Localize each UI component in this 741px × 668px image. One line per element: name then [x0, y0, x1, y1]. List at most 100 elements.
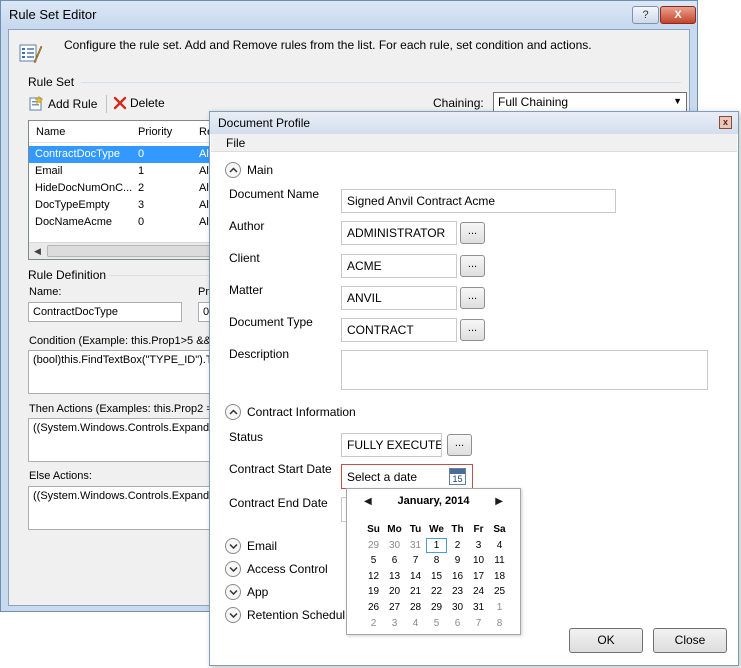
weekday-header: Fr	[473, 524, 484, 535]
client-input[interactable]: ACME	[341, 254, 457, 278]
next-month-icon[interactable]: ▶	[495, 496, 503, 507]
email-section-toggle[interactable]: Email	[225, 538, 277, 554]
menu-bar: File	[211, 134, 737, 152]
calendar-day[interactable]: 2	[447, 538, 468, 554]
chaining-select[interactable]: Full Chaining ▼	[493, 92, 687, 112]
calendar-day[interactable]: 19	[363, 584, 384, 600]
rule-set-icon	[19, 44, 43, 64]
status-input[interactable]: FULLY EXECUTED	[341, 433, 442, 457]
calendar-day[interactable]: 30	[447, 600, 468, 616]
help-button[interactable]: ?	[632, 6, 659, 24]
rule-set-editor-titlebar[interactable]: Rule Set Editor ? X	[1, 1, 697, 29]
calendar-day[interactable]: 30	[384, 538, 405, 554]
calendar-day[interactable]: 11	[489, 553, 510, 569]
menu-file[interactable]: File	[226, 136, 245, 150]
condition-label: Condition (Example: this.Prop1>5 &&	[29, 335, 211, 347]
calendar-day[interactable]: 5	[426, 616, 447, 632]
access-control-section-toggle[interactable]: Access Control	[225, 561, 328, 577]
description-label: Description	[229, 347, 290, 361]
matter-label: Matter	[229, 283, 264, 297]
name-label: Name:	[29, 286, 62, 298]
calendar-day[interactable]: 24	[468, 584, 489, 600]
document-type-input[interactable]: CONTRACT	[341, 318, 457, 342]
close-button[interactable]: X	[660, 6, 696, 24]
scroll-left-icon[interactable]: ◀	[34, 246, 41, 257]
calendar-month-title[interactable]: January, 2014	[347, 495, 520, 507]
calendar-day[interactable]: 7	[405, 553, 426, 569]
author-browse-button[interactable]: ...	[460, 222, 485, 244]
client-browse-button[interactable]: ...	[460, 255, 485, 277]
matter-browse-button[interactable]: ...	[460, 287, 485, 309]
calendar-day[interactable]: 28	[405, 600, 426, 616]
matter-input[interactable]: ANVIL	[341, 286, 457, 310]
chevron-down-icon	[225, 538, 241, 554]
retention-schedule-section-toggle[interactable]: Retention Schedul	[225, 607, 345, 623]
main-section-toggle[interactable]: Main	[225, 162, 273, 178]
calendar-icon[interactable]: 15	[449, 468, 466, 485]
close-button[interactable]: Close	[653, 628, 727, 653]
calendar-day[interactable]: 1	[489, 600, 510, 616]
document-profile-titlebar[interactable]: Document Profile x	[210, 112, 738, 134]
calendar-day[interactable]: 12	[363, 569, 384, 585]
column-header-name[interactable]: Name	[36, 126, 65, 138]
calendar-day[interactable]: 7	[468, 616, 489, 632]
calendar-day[interactable]: 18	[489, 569, 510, 585]
calendar-day[interactable]: 31	[468, 600, 489, 616]
calendar-day[interactable]: 23	[447, 584, 468, 600]
calendar-day[interactable]: 5	[363, 553, 384, 569]
document-name-label: Document Name	[229, 187, 320, 201]
calendar-day[interactable]: 3	[384, 616, 405, 632]
document-type-browse-button[interactable]: ...	[460, 319, 485, 341]
status-browse-button[interactable]: ...	[447, 434, 472, 456]
delete-rule-button[interactable]: Delete	[113, 96, 165, 110]
app-section-toggle[interactable]: App	[225, 584, 268, 600]
calendar-day[interactable]: 9	[447, 553, 468, 569]
calendar-day[interactable]: 8	[426, 553, 447, 569]
description-input[interactable]	[341, 350, 708, 390]
calendar-day[interactable]: 3	[468, 538, 489, 554]
calendar-day[interactable]: 8	[489, 616, 510, 632]
calendar-day[interactable]: 14	[405, 569, 426, 585]
calendar-day[interactable]: 29	[363, 538, 384, 554]
weekday-header: Mo	[387, 524, 402, 535]
calendar-day[interactable]: 21	[405, 584, 426, 600]
contract-section-toggle[interactable]: Contract Information	[225, 404, 356, 420]
else-actions-input[interactable]: ((System.Windows.Controls.Expander)t	[28, 486, 218, 530]
calendar-day[interactable]: 2	[363, 616, 384, 632]
calendar-day[interactable]: 4	[405, 616, 426, 632]
calendar-day[interactable]: 27	[384, 600, 405, 616]
calendar-day[interactable]: 22	[426, 584, 447, 600]
author-input[interactable]: ADMINISTRATOR	[341, 221, 457, 245]
weekday-header: Su	[367, 524, 380, 535]
calendar-day[interactable]: 17	[468, 569, 489, 585]
contract-end-date-label: Contract End Date	[229, 496, 328, 510]
calendar-day[interactable]: 20	[384, 584, 405, 600]
then-actions-input[interactable]: ((System.Windows.Controls.Expander)t	[28, 418, 218, 462]
weekday-header: We	[429, 524, 444, 535]
chevron-up-icon	[225, 162, 241, 178]
calendar-day[interactable]: 10	[468, 553, 489, 569]
calendar-day-grid: Su Mo Tu We Th Fr Sa 29 30 31 1 2 3 4 5 6 7 8 9 10 11 12 13 14 1…	[363, 522, 510, 631]
calendar-day[interactable]: 13	[384, 569, 405, 585]
calendar-day[interactable]: 4	[489, 538, 510, 554]
ok-button[interactable]: OK	[569, 628, 643, 653]
close-icon[interactable]: x	[719, 116, 732, 129]
document-name-input[interactable]: Signed Anvil Contract Acme	[341, 189, 616, 213]
calendar-day[interactable]: 6	[447, 616, 468, 632]
condition-input[interactable]: (bool)this.FindTextBox("TYPE_ID").Te	[28, 350, 218, 394]
calendar-day[interactable]: 26	[363, 600, 384, 616]
calendar-day[interactable]: 16	[447, 569, 468, 585]
contract-start-date-picker[interactable]: Select a date 15	[341, 464, 473, 489]
email-section-label: Email	[247, 539, 278, 553]
rule-name-input[interactable]: ContractDocType	[28, 302, 182, 322]
calendar-day[interactable]: 15	[426, 569, 447, 585]
header-description: Configure the rule set. Add and Remove r…	[64, 38, 592, 52]
column-header-priority[interactable]: Priority	[138, 126, 172, 138]
document-type-label: Document Type	[229, 315, 313, 329]
add-rule-button[interactable]: Add Rule	[29, 96, 97, 112]
calendar-day[interactable]: 31	[405, 538, 426, 554]
calendar-day[interactable]: 25	[489, 584, 510, 600]
calendar-day[interactable]: 1	[426, 537, 447, 554]
calendar-day[interactable]: 29	[426, 600, 447, 616]
calendar-day[interactable]: 6	[384, 553, 405, 569]
